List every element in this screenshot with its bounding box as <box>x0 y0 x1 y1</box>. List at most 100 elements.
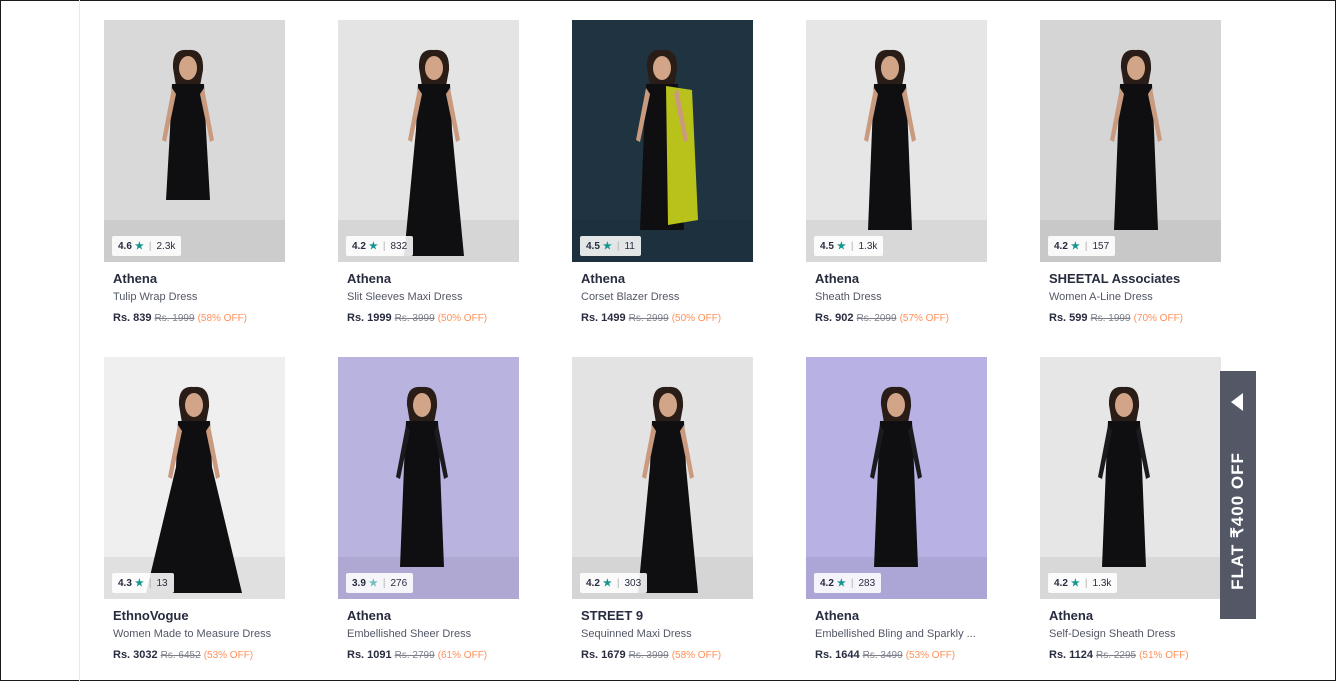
product-image[interactable]: 4.2 ★ | 303 <box>572 357 753 599</box>
product-image[interactable]: 4.2 ★ | 1.3k <box>1040 357 1221 599</box>
product-price: Rs. 839 <box>113 312 152 324</box>
product-price-row: Rs. 1644 Rs. 3499 (53% OFF) <box>815 649 978 662</box>
product-card[interactable]: 4.3 ★ | 13 EthnoVogue Women Made to Measure… <box>104 357 285 681</box>
product-card[interactable]: 3.9 ★ | 276 Athena Embellished Sheer Dress … <box>338 357 519 681</box>
rating-value: 4.2 <box>1054 577 1068 589</box>
product-card[interactable]: 4.2 ★ | 303 STREET 9 Sequinned Maxi Dress R… <box>572 357 753 681</box>
rating-divider: | <box>850 577 854 589</box>
model-photo <box>806 20 987 262</box>
product-image[interactable]: 4.5 ★ | 11 <box>572 20 753 262</box>
product-name: Women A-Line Dress <box>1049 291 1153 303</box>
model-photo <box>572 357 753 599</box>
product-brand: SHEETAL Associates <box>1049 271 1181 286</box>
rating-badge: 4.2 ★ | 832 <box>346 236 414 256</box>
product-name: Sheath Dress <box>815 291 882 303</box>
product-price: Rs. 599 <box>1049 312 1088 324</box>
product-discount: (53% OFF) <box>905 650 956 661</box>
rating-badge: 3.9 ★ | 276 <box>346 573 414 593</box>
product-image[interactable]: 4.6 ★ | 2.3k <box>104 20 285 262</box>
review-count: 1.3k <box>1092 577 1112 589</box>
rating-divider: | <box>382 577 386 589</box>
product-brand: Athena <box>347 271 392 286</box>
rating-divider: | <box>850 240 854 252</box>
star-icon: ★ <box>1070 577 1080 589</box>
star-icon: ★ <box>836 577 846 589</box>
rating-value: 3.9 <box>352 577 366 589</box>
product-price-row: Rs. 1679 Rs. 3999 (58% OFF) <box>581 649 744 662</box>
product-brand: Athena <box>815 608 860 623</box>
product-price-row: Rs. 1999 Rs. 3999 (50% OFF) <box>347 312 510 325</box>
model-photo <box>1040 357 1221 599</box>
product-name: Self-Design Sheath Dress <box>1049 628 1176 640</box>
rating-badge: 4.2 ★ | 283 <box>814 573 882 593</box>
rating-value: 4.2 <box>820 577 834 589</box>
product-card[interactable]: 4.2 ★ | 1.3k Athena Self-Design Sheath Dres… <box>1040 357 1221 681</box>
product-discount: (58% OFF) <box>197 313 248 324</box>
product-card[interactable]: 4.2 ★ | 157 SHEETAL Associates Women A-Line… <box>1040 20 1221 357</box>
review-count: 157 <box>1092 240 1110 252</box>
product-image[interactable]: 3.9 ★ | 276 <box>338 357 519 599</box>
star-icon: ★ <box>368 240 378 252</box>
product-mrp: Rs. 2295 <box>1096 650 1137 661</box>
product-brand: STREET 9 <box>581 608 644 623</box>
rating-divider: | <box>148 240 152 252</box>
product-card[interactable]: 4.5 ★ | 11 Athena Corset Blazer Dress Rs. 1… <box>572 20 753 357</box>
model-photo <box>806 357 987 599</box>
model-photo <box>338 357 519 599</box>
review-count: 832 <box>390 240 408 252</box>
rating-badge: 4.3 ★ | 13 <box>112 573 174 593</box>
rating-value: 4.2 <box>1054 240 1068 252</box>
rating-value: 4.2 <box>352 240 366 252</box>
product-image[interactable]: 4.2 ★ | 832 <box>338 20 519 262</box>
review-count: 276 <box>390 577 408 589</box>
product-name: Embellished Sheer Dress <box>347 628 472 640</box>
flat-offer-banner[interactable]: FLAT ₹400 OFF <box>1220 371 1256 619</box>
product-image[interactable]: 4.2 ★ | 157 <box>1040 20 1221 262</box>
product-image[interactable]: 4.2 ★ | 283 <box>806 357 987 599</box>
product-name: Slit Sleeves Maxi Dress <box>347 291 463 303</box>
rating-value: 4.2 <box>586 577 600 589</box>
product-name: Embellished Bling and Sparkly ... <box>815 628 976 640</box>
product-discount: (70% OFF) <box>1133 313 1184 324</box>
filter-panel-divider <box>79 0 80 681</box>
review-count: 2.3k <box>156 240 176 252</box>
star-icon: ★ <box>602 240 612 252</box>
product-price: Rs. 1644 <box>815 649 860 661</box>
product-card[interactable]: 4.6 ★ | 2.3k Athena Tulip Wrap Dress Rs. 83… <box>104 20 285 357</box>
offer-label: FLAT ₹400 OFF <box>1228 452 1247 590</box>
rating-badge: 4.2 ★ | 157 <box>1048 236 1116 256</box>
product-card[interactable]: 4.2 ★ | 283 Athena Embellished Bling and Sp… <box>806 357 987 681</box>
product-mrp: Rs. 1999 <box>1090 313 1131 324</box>
product-mrp: Rs. 3999 <box>628 650 669 661</box>
product-discount: (50% OFF) <box>437 313 488 324</box>
rating-value: 4.5 <box>820 240 834 252</box>
star-icon: ★ <box>134 577 144 589</box>
product-brand: Athena <box>1049 608 1094 623</box>
star-icon: ★ <box>836 240 846 252</box>
product-image[interactable]: 4.3 ★ | 13 <box>104 357 285 599</box>
star-icon: ★ <box>1070 240 1080 252</box>
rating-divider: | <box>1084 240 1088 252</box>
star-icon: ★ <box>134 240 144 252</box>
product-grid: 4.6 ★ | 2.3k Athena Tulip Wrap Dress Rs. 83… <box>104 20 1221 681</box>
product-name: Women Made to Measure Dress <box>113 628 272 640</box>
rating-divider: | <box>616 577 620 589</box>
product-price: Rs. 1679 <box>581 649 626 661</box>
product-mrp: Rs. 3499 <box>862 650 903 661</box>
product-card[interactable]: 4.5 ★ | 1.3k Athena Sheath Dress Rs. 902 Rs.… <box>806 20 987 357</box>
product-price: Rs. 1124 <box>1049 649 1094 661</box>
product-price-row: Rs. 3032 Rs. 6452 (53% OFF) <box>113 649 276 662</box>
product-price-row: Rs. 1499 Rs. 2999 (50% OFF) <box>581 312 744 325</box>
product-brand: Athena <box>581 271 626 286</box>
chevron-left-icon[interactable] <box>1231 393 1243 411</box>
product-name: Sequinned Maxi Dress <box>581 628 692 640</box>
product-name: Corset Blazer Dress <box>581 291 680 303</box>
product-card[interactable]: 4.2 ★ | 832 Athena Slit Sleeves Maxi Dress … <box>338 20 519 357</box>
rating-badge: 4.5 ★ | 1.3k <box>814 236 884 256</box>
model-photo <box>1040 20 1221 262</box>
review-count: 13 <box>156 577 168 589</box>
product-discount: (58% OFF) <box>671 650 722 661</box>
model-photo <box>338 20 519 262</box>
rating-badge: 4.5 ★ | 11 <box>580 236 641 256</box>
product-image[interactable]: 4.5 ★ | 1.3k <box>806 20 987 262</box>
